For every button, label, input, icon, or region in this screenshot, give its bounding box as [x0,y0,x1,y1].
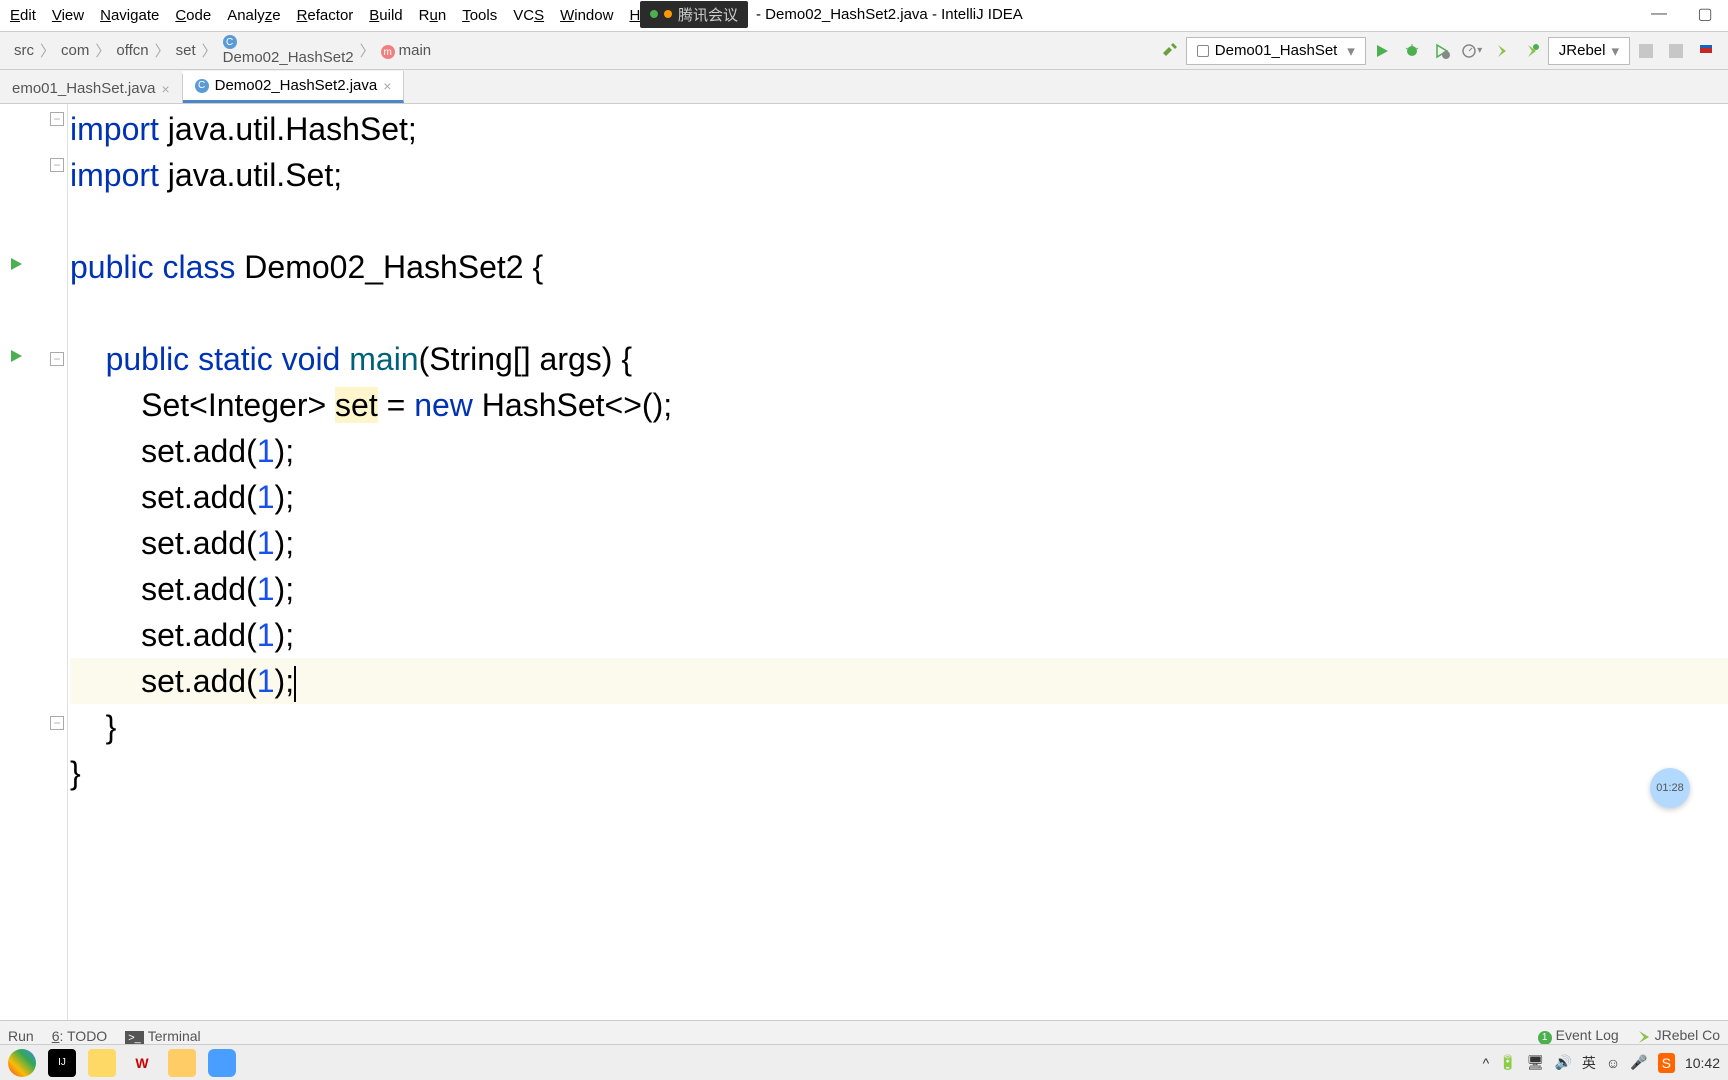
display-icon[interactable]: 🖥 [1527,1054,1545,1071]
stop-button-2[interactable] [1665,40,1687,62]
status-dot-orange [664,10,672,18]
run-gutter-icon[interactable] [8,348,24,364]
chevron-down-icon: ▾ [1611,42,1619,60]
navigation-toolbar: src〉 com〉 offcn〉 set〉 C Demo02_HashSet2〉… [0,32,1728,70]
flag-icon[interactable] [1695,40,1717,62]
class-icon: C [195,79,209,93]
status-dot-green [650,10,658,18]
menu-run[interactable]: Run [411,3,455,28]
code-editor[interactable]: − − − − import java.util.HashSet; import… [0,104,1728,1020]
jrebel-selector[interactable]: JRebel ▾ [1548,37,1630,65]
editor-tabs: emo01_HashSet.java × C Demo02_HashSet2.j… [0,70,1728,104]
notification-badge: 1 [1538,1031,1552,1045]
clock[interactable]: 10:42 [1685,1055,1720,1071]
run-config-selector[interactable]: Demo01_HashSet ▾ [1186,37,1366,65]
bottom-tab-todo[interactable]: 6: TODO [52,1028,108,1044]
tencent-meeting-icon[interactable] [208,1049,236,1077]
chrome-icon[interactable] [8,1049,36,1077]
text-cursor [294,666,296,702]
menu-view[interactable]: View [44,3,92,28]
bottom-tab-terminal[interactable]: >_Terminal [125,1028,200,1044]
recording-timer-badge[interactable]: 01:28 [1650,768,1690,808]
breadcrumb-set[interactable]: set [170,40,202,61]
breadcrumb: src〉 com〉 offcn〉 set〉 C Demo02_HashSet2〉… [8,33,437,68]
windows-taskbar: IJ W ^ 🔋 🖥 🔊 英 ☺ 🎤 S 10:42 [0,1044,1728,1080]
debug-button[interactable] [1401,40,1423,62]
editor-gutter: − − − − [0,104,68,1020]
method-icon: m [381,45,395,59]
breadcrumb-com[interactable]: com [55,40,95,61]
class-icon: C [223,35,237,49]
sogou-ime-icon[interactable]: S [1658,1053,1675,1073]
config-icon [1197,45,1209,57]
breadcrumb-offcn[interactable]: offcn [110,40,154,61]
intellij-icon[interactable]: IJ [48,1049,76,1077]
coverage-button[interactable] [1431,40,1453,62]
mic-icon[interactable]: 🎤 [1630,1054,1647,1071]
breadcrumb-src[interactable]: src [8,40,40,61]
breadcrumb-main[interactable]: mmain [375,40,438,62]
menu-analyze[interactable]: Analyze [219,3,288,28]
ime-indicator[interactable]: 英 [1582,1053,1596,1073]
battery-icon[interactable]: 🔋 [1499,1054,1516,1071]
wps-icon[interactable]: W [128,1049,156,1077]
menu-code[interactable]: Code [167,3,219,28]
window-controls: — ▢ [1636,0,1728,28]
menu-edit[interactable]: Edit [2,3,44,28]
window-title: 腾讯会议 - Demo02_HashSet2.java - IntelliJ I… [640,0,1023,28]
stop-button[interactable] [1635,40,1657,62]
menu-build[interactable]: Build [361,3,410,28]
event-log-link[interactable]: 1Event Log [1538,1027,1619,1045]
minimize-button[interactable]: — [1636,0,1682,28]
jrebel-run-icon[interactable] [1491,40,1513,62]
menu-tools[interactable]: Tools [454,3,505,28]
chevron-down-icon: ▾ [1347,42,1355,60]
code-content[interactable]: import java.util.HashSet; import java.ut… [68,104,1728,1020]
run-button[interactable] [1371,40,1393,62]
fold-icon[interactable]: − [50,716,64,730]
jrebel-debug-icon[interactable] [1521,40,1543,62]
breadcrumb-class[interactable]: C Demo02_HashSet2 [217,33,360,68]
tencent-meeting-badge: 腾讯会议 [640,1,748,28]
tray-up-icon[interactable]: ^ [1483,1055,1490,1071]
maximize-button[interactable]: ▢ [1682,0,1728,28]
terminal-icon: >_ [125,1031,144,1045]
tab-demo01[interactable]: emo01_HashSet.java × [0,74,183,103]
close-icon[interactable]: × [161,81,169,97]
file-explorer-icon[interactable] [88,1049,116,1077]
jrebel-console-link[interactable]: JRebel Co [1637,1027,1720,1043]
tab-demo02[interactable]: C Demo02_HashSet2.java × [183,71,405,103]
run-gutter-icon[interactable] [8,256,24,272]
emoji-icon[interactable]: ☺ [1606,1055,1620,1071]
fold-icon[interactable]: − [50,112,64,126]
build-hammer-icon[interactable] [1159,40,1181,62]
bottom-tab-run[interactable]: Run [8,1028,34,1044]
fold-icon[interactable]: − [50,352,64,366]
profile-button[interactable]: ▾ [1461,40,1483,62]
menu-window[interactable]: Window [552,3,621,28]
fold-icon[interactable]: − [50,158,64,172]
app-icon[interactable] [168,1049,196,1077]
menu-vcs[interactable]: VCS [505,3,552,28]
menu-refactor[interactable]: Refactor [289,3,362,28]
volume-icon[interactable]: 🔊 [1554,1054,1571,1071]
close-icon[interactable]: × [383,78,391,94]
system-tray: ^ 🔋 🖥 🔊 英 ☺ 🎤 S 10:42 [1483,1053,1720,1073]
menu-navigate[interactable]: Navigate [92,3,167,28]
